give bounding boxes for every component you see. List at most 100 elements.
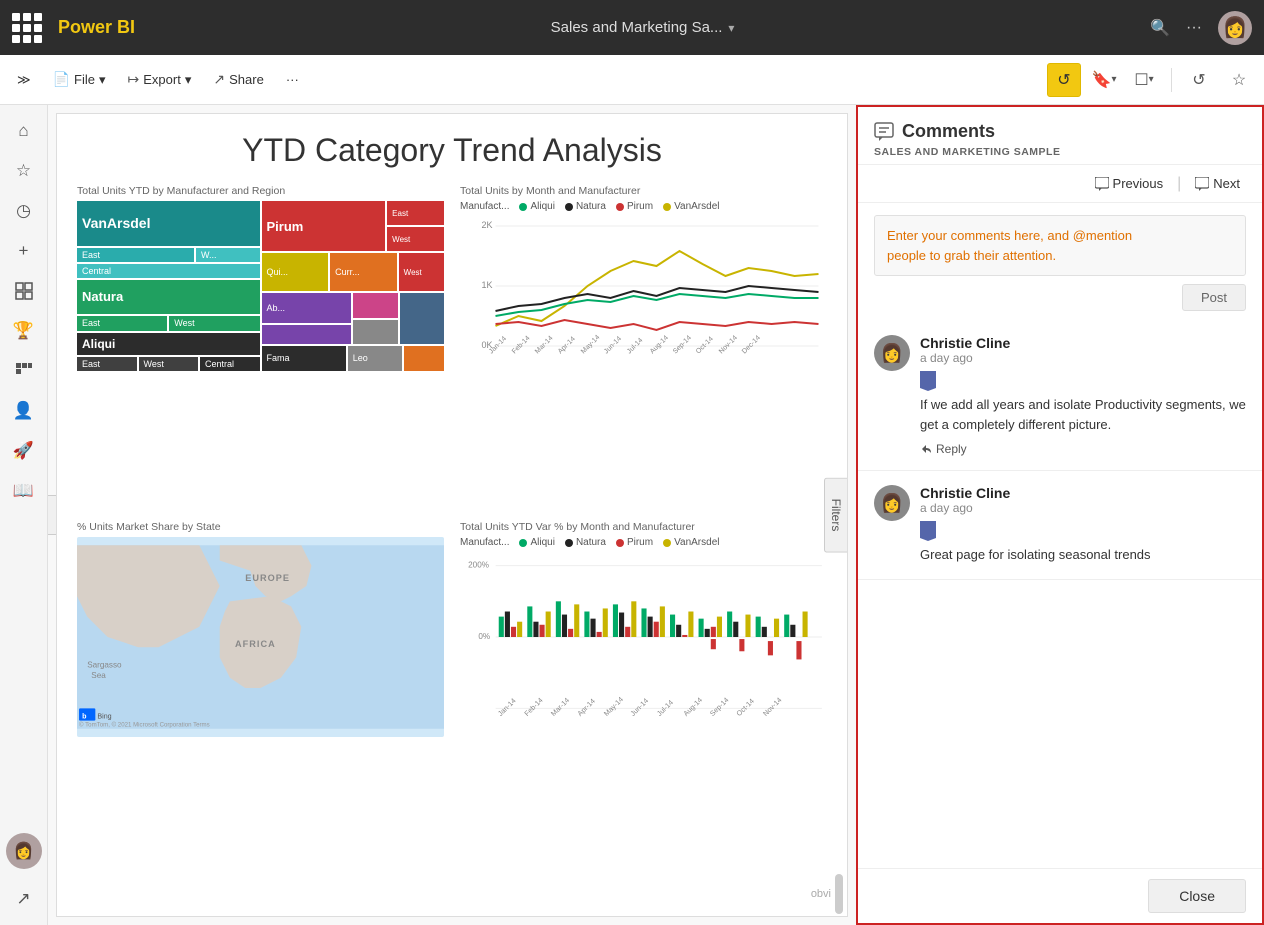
reply-button-1[interactable]: Reply <box>920 442 1246 456</box>
svg-text:Feb-14: Feb-14 <box>523 696 545 718</box>
previous-icon <box>1095 177 1109 191</box>
refresh-button[interactable]: ↺ <box>1047 63 1081 97</box>
treemap-cell-natura-west[interactable]: West <box>169 316 259 331</box>
map-chart[interactable]: b Bing EUROPE AFRICA Sargasso Sea © TomT… <box>77 537 444 737</box>
treemap-cell-east[interactable]: East <box>77 248 194 262</box>
sidebar-item-create[interactable]: + <box>6 233 42 269</box>
export-button[interactable]: ↦ Export ▾ <box>119 65 201 94</box>
app-logo: Power BI <box>58 17 135 38</box>
comment-item-2: 👩 Christie Cline a day ago Great page fo… <box>858 471 1262 580</box>
treemap-cell-aliqui[interactable]: Aliqui <box>77 333 260 355</box>
map-label: % Units Market Share by State <box>77 521 444 533</box>
scrollbar-handle[interactable] <box>835 874 843 914</box>
sidebar-item-data[interactable] <box>6 273 42 309</box>
bar-legend-manufacturer-label: Manufact... <box>460 537 509 548</box>
treemap-cell-qui[interactable]: Qui... <box>262 253 329 291</box>
report-bottom-bar: obvi <box>807 872 847 916</box>
export-icon: ↦ <box>128 71 140 88</box>
treemap-cell-pink[interactable] <box>353 293 398 317</box>
file-button[interactable]: 📄 File ▾ <box>44 65 115 94</box>
bar-chart[interactable]: 200% 0% <box>460 552 827 752</box>
svg-text:Aug-14: Aug-14 <box>649 334 670 355</box>
report-title-text: Sales and Marketing Sa... <box>551 19 723 36</box>
comment-body-2: Christie Cline a day ago Great page for … <box>920 485 1246 565</box>
svg-text:Aug-14: Aug-14 <box>682 696 704 718</box>
bar-legend-manufacturer: Manufact... <box>460 537 509 548</box>
comments-input-area[interactable]: Enter your comments here, and @mention p… <box>874 215 1246 276</box>
sidebar-item-apps[interactable] <box>6 353 42 389</box>
svg-text:© TomTom, © 2021 Microsoft Cor: © TomTom, © 2021 Microsoft Corporation T… <box>79 722 210 729</box>
bookmark-button[interactable]: 🔖 ▾ <box>1087 63 1121 97</box>
treemap-cell-natura[interactable]: Natura <box>77 280 260 314</box>
post-button[interactable]: Post <box>1182 284 1246 311</box>
svg-text:Jun-14: Jun-14 <box>629 697 650 718</box>
aliqui-label: Aliqui <box>530 201 554 212</box>
search-icon[interactable]: 🔍 <box>1150 18 1170 38</box>
share-button[interactable]: ↗ Share <box>204 65 272 94</box>
view-button[interactable]: ☐ ▾ <box>1127 63 1161 97</box>
sidebar-item-recent[interactable]: ◷ <box>6 193 42 229</box>
svg-text:Oct-14: Oct-14 <box>695 336 715 356</box>
sidebar-item-expand[interactable]: ↗ <box>6 881 42 917</box>
comment-avatar-2: 👩 <box>874 485 910 521</box>
svg-text:b: b <box>82 713 87 721</box>
title-dropdown-icon[interactable]: ▾ <box>728 21 734 35</box>
report-page-title: YTD Category Trend Analysis <box>57 114 847 179</box>
line-chart[interactable]: 2K 1K 0K <box>460 216 827 386</box>
filters-label: Filters <box>829 499 843 532</box>
treemap-cell-w[interactable]: W... <box>196 248 260 262</box>
reset-icon: ↺ <box>1192 70 1205 90</box>
sidebar-item-people[interactable]: 👤 <box>6 393 42 429</box>
treemap-cell-gray[interactable] <box>353 320 398 344</box>
treemap-cell-natura-east[interactable]: East <box>77 316 167 331</box>
more-icon[interactable]: ··· <box>1186 19 1202 37</box>
treemap-cell-fama[interactable]: Fama <box>262 346 346 371</box>
favorites-button[interactable]: ☆ <box>1222 63 1256 97</box>
next-icon <box>1195 177 1209 191</box>
waffle-menu[interactable] <box>12 13 42 43</box>
map-section: % Units Market Share by State <box>69 515 452 881</box>
treemap-cell-pirum[interactable]: Pirum <box>262 201 386 251</box>
svg-text:Bing: Bing <box>97 713 111 721</box>
svg-text:200%: 200% <box>468 561 489 570</box>
previous-button[interactable]: Previous <box>1089 173 1170 194</box>
filters-tab[interactable]: Filters <box>824 478 847 553</box>
sidebar-item-workspaces[interactable]: 📖 <box>6 473 42 509</box>
user-avatar-sidebar[interactable]: 👩 <box>6 833 42 869</box>
next-button[interactable]: Next <box>1189 173 1246 194</box>
treemap-cell-leo[interactable]: Leo <box>348 346 403 371</box>
treemap-cell-pirum-west[interactable]: West <box>387 227 444 251</box>
treemap-cell-west2[interactable]: West <box>399 253 444 291</box>
export-dropdown-icon: ▾ <box>185 72 192 88</box>
bar-natura-dot <box>565 539 573 547</box>
treemap-chart[interactable]: VanArsdel East W... Central Natura <box>77 201 444 371</box>
bar-legend-natura: Natura <box>565 537 606 548</box>
comments-nav: Previous | Next <box>858 165 1262 203</box>
bar-chart-legend: Manufact... Aliqui Natura Pirum <box>460 537 827 548</box>
sidebar-item-learn[interactable]: 🚀 <box>6 433 42 469</box>
more-toolbar-button[interactable]: ··· <box>277 66 308 93</box>
treemap-cell-bluegray[interactable] <box>400 293 444 343</box>
reply-label-1: Reply <box>936 442 967 456</box>
treemap-cell-aliqui-central[interactable]: Central <box>200 357 260 371</box>
treemap-cell-purple-small[interactable] <box>262 325 352 344</box>
sidebar-item-favorites[interactable]: ☆ <box>6 153 42 189</box>
treemap-cell-vanarsdel[interactable]: VanArsdel <box>77 201 260 246</box>
treemap-cell-central[interactable]: Central <box>77 264 260 278</box>
treemap-cell-pirum-east[interactable]: East <box>387 201 444 225</box>
treemap-cell-curr[interactable]: Curr... <box>330 253 397 291</box>
treemap-cell-aliqui-west[interactable]: West <box>139 357 199 371</box>
export-label: Export <box>143 72 181 87</box>
sidebar-item-home[interactable]: ⌂ <box>6 113 42 149</box>
sidebar-item-goals[interactable]: 🏆 <box>6 313 42 349</box>
treemap-cell-ab[interactable]: Ab... <box>262 293 352 322</box>
reset-button[interactable]: ↺ <box>1182 63 1216 97</box>
natura-dot <box>565 203 573 211</box>
pirum-label: Pirum <box>627 201 653 212</box>
treemap-cell-aliqui-east[interactable]: East <box>77 357 137 371</box>
avatar[interactable]: 👩 <box>1218 11 1252 45</box>
treemap-cell-orange-small[interactable] <box>404 346 444 371</box>
collapse-button[interactable]: ≫ <box>8 66 40 94</box>
comment-avatar-1: 👩 <box>874 335 910 371</box>
close-button[interactable]: Close <box>1148 879 1246 913</box>
